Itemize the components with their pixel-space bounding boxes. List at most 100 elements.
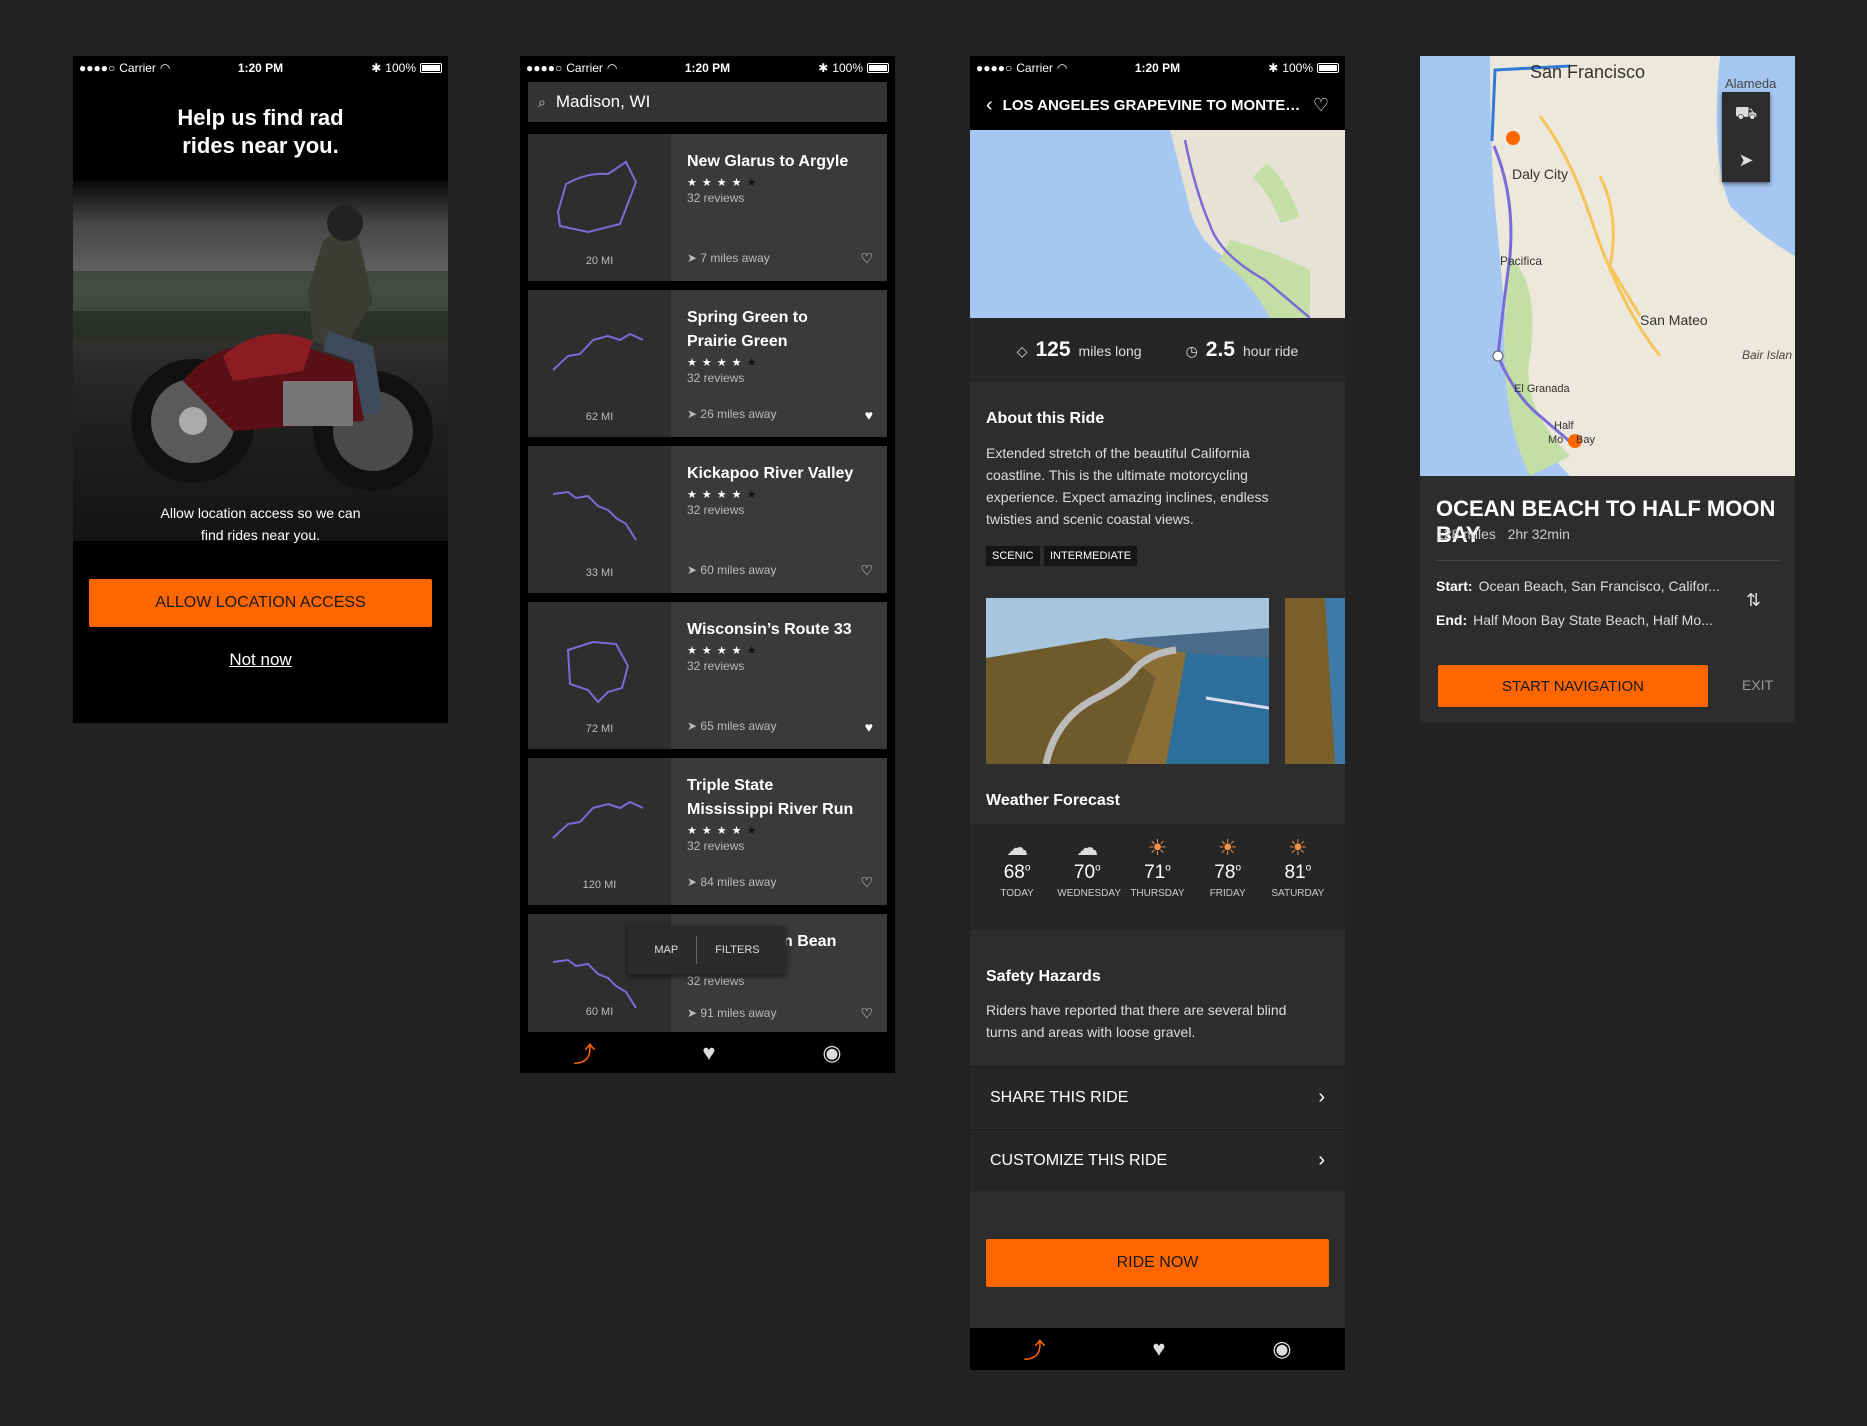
location-arrow-icon[interactable]: ➤: [1738, 150, 1753, 171]
ride-now-button[interactable]: RIDE NOW: [986, 1239, 1329, 1287]
forecast-day: ☀ 71o THURSDAY: [1127, 834, 1187, 930]
route-length: 62 MI: [585, 411, 614, 423]
about-text: Extended stretch of the beautiful Califo…: [986, 445, 1269, 527]
tab-favorites-icon[interactable]: ♥: [702, 1040, 715, 1066]
map-button[interactable]: MAP: [654, 944, 678, 956]
forecast-temp: 78o: [1198, 862, 1258, 884]
tag-intermediate: INTERMEDIATE: [1044, 546, 1138, 566]
heart-outline-icon[interactable]: ♡: [860, 562, 873, 579]
map-filters-toggle: MAP FILTERS: [628, 926, 786, 974]
ride-distance: ➤ 91 miles away: [687, 1006, 776, 1020]
bluetooth-icon: ✱: [1268, 61, 1279, 75]
cloud-icon: ☁: [1076, 835, 1099, 860]
heart-filled-icon[interactable]: ♥: [865, 407, 873, 423]
route-length: 60 MI: [585, 1006, 614, 1018]
end-point[interactable]: End: Half Moon Bay State Beach, Half Mo..…: [1436, 612, 1736, 628]
wifi-icon: ◠: [1056, 61, 1068, 75]
miles-label: miles long: [1078, 343, 1142, 359]
battery-percent: 100%: [1282, 61, 1313, 75]
back-chevron-icon[interactable]: ‹: [986, 94, 993, 117]
ride-distance: ➤ 65 miles away: [687, 719, 776, 733]
bluetooth-icon: ✱: [371, 61, 382, 75]
route-summary: 128 miles 2hr 32min: [1436, 526, 1570, 542]
search-input[interactable]: [555, 92, 856, 112]
ride-card[interactable]: 33 MI Kickapoo River Valley ★★★★★ 32 rev…: [528, 446, 887, 593]
map-label: Daly City: [1512, 166, 1569, 182]
star-rating: ★★★★★: [687, 645, 762, 657]
coastal-photo-2[interactable]: [1285, 598, 1345, 764]
chevron-right-icon: ›: [1318, 1149, 1325, 1171]
tab-favorites-icon[interactable]: ♥: [1152, 1336, 1165, 1362]
start-navigation-button[interactable]: START NAVIGATION: [1438, 665, 1708, 707]
exit-button[interactable]: EXIT: [1742, 677, 1773, 693]
map-label: Mo: [1548, 434, 1564, 446]
tab-profile-icon[interactable]: ◉: [1272, 1336, 1291, 1362]
signal-icon: ●●●●○: [526, 61, 563, 75]
motorcycle-illustration: [73, 205, 448, 541]
filters-button[interactable]: FILTERS: [715, 944, 759, 956]
carrier-label: Carrier: [566, 61, 603, 75]
star-rating: ★★★★★: [687, 489, 762, 501]
battery-icon: [867, 63, 889, 73]
about-heading: About this Ride: [986, 410, 1105, 427]
degree-mark: o: [1235, 862, 1241, 874]
battery-icon: [1317, 63, 1339, 73]
heart-outline-icon[interactable]: ♡: [1313, 95, 1329, 116]
divider: [1436, 560, 1779, 561]
route-shape-icon: [566, 640, 630, 704]
route-thumbnail: 20 MI: [528, 134, 671, 281]
heart-outline-icon[interactable]: ♡: [860, 874, 873, 891]
distance-text: 91 miles away: [700, 1006, 777, 1020]
tab-profile-icon[interactable]: ◉: [822, 1040, 841, 1066]
signal-icon: ●●●●○: [79, 61, 116, 75]
allow-location-button[interactable]: ALLOW LOCATION ACCESS: [89, 579, 432, 627]
customize-ride-row[interactable]: CUSTOMIZE THIS RIDE ›: [970, 1129, 1345, 1191]
ride-card[interactable]: 72 MI Wisconsin’s Route 33 ★★★★★ 32 revi…: [528, 602, 887, 749]
hours-label: hour ride: [1243, 343, 1299, 359]
search-bar[interactable]: ⌕: [528, 82, 887, 122]
map-label: San Mateo: [1640, 312, 1708, 328]
coastal-photo[interactable]: [986, 598, 1269, 764]
caption-line-2: find rides near you.: [200, 527, 321, 543]
location-arrow-icon: ➤: [687, 251, 698, 265]
motorcycle-icon[interactable]: ⛟: [1735, 103, 1758, 127]
map-label: Bay: [1576, 434, 1595, 446]
review-count: 32 reviews: [687, 839, 745, 853]
ride-name: Wisconsin’s Route 33: [687, 621, 852, 638]
ride-card[interactable]: 20 MI New Glarus to Argyle ★★★★★ 32 revi…: [528, 134, 887, 281]
coastal-road-image: [986, 598, 1269, 764]
tab-routes-icon[interactable]: ⤴: [573, 1037, 595, 1069]
forecast-temp: 68o: [987, 862, 1047, 884]
map-label: Bair Islan: [1742, 348, 1793, 362]
ride-list-screen: ●●●●○Carrier◠ 1:20 PM ✱100% ⌕ 20 MI New …: [520, 56, 895, 1073]
navigation-map[interactable]: San Francisco Alameda Daly City Pacifica…: [1420, 56, 1795, 476]
tab-bar: ⤴ ♥ ◉: [520, 1032, 895, 1073]
tag-scenic: SCENIC: [986, 546, 1040, 566]
review-count: 32 reviews: [687, 503, 745, 517]
forecast-temp: 70o: [1057, 862, 1117, 884]
swap-arrows-icon[interactable]: ⇅: [1746, 590, 1761, 611]
wifi-icon: ◠: [606, 61, 618, 75]
heart-outline-icon[interactable]: ♡: [860, 250, 873, 267]
start-point[interactable]: Start: Ocean Beach, San Francisco, Califo…: [1436, 578, 1736, 594]
share-ride-row[interactable]: SHARE THIS RIDE ›: [970, 1066, 1345, 1128]
ride-card[interactable]: 120 MI Triple State Mississippi River Ru…: [528, 758, 887, 905]
ride-name: Triple State Mississippi River Run: [687, 777, 854, 818]
search-icon: ⌕: [538, 93, 546, 110]
header: ●●●●○ Carrier ◠ 1:20 PM ✱ 100% ‹ LOS ANGELE…: [970, 56, 1345, 130]
tab-routes-icon[interactable]: ⤴: [1023, 1333, 1045, 1365]
divider: [696, 936, 698, 964]
not-now-link[interactable]: Not now: [73, 650, 448, 670]
customize-label: CUSTOMIZE THIS RIDE: [990, 1151, 1168, 1169]
route-map[interactable]: [970, 130, 1345, 318]
location-arrow-icon: ➤: [687, 407, 698, 421]
ride-card[interactable]: 62 MI Spring Green to Prairie Green ★★★★…: [528, 290, 887, 437]
start-label: Start:: [1436, 578, 1473, 594]
route-shape-icon: [552, 332, 644, 371]
tab-bar: ⤴ ♥ ◉: [970, 1328, 1345, 1370]
map-label: Alameda: [1725, 76, 1777, 91]
heart-filled-icon[interactable]: ♥: [865, 719, 873, 735]
bluetooth-icon: ✱: [818, 61, 829, 75]
status-time: 1:20 PM: [1134, 61, 1181, 75]
heart-outline-icon[interactable]: ♡: [860, 1005, 873, 1022]
